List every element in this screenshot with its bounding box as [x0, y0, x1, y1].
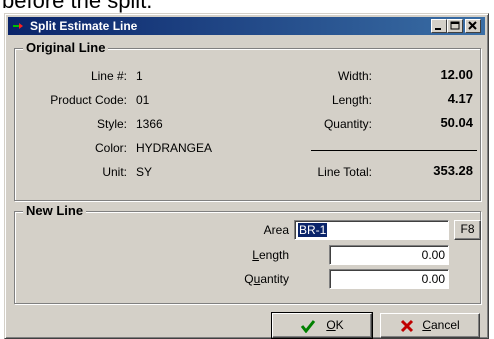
length-label: Length:: [331, 93, 372, 107]
area-input-selection: BR-1: [298, 223, 328, 237]
checkmark-icon: [301, 319, 316, 334]
style-label: Style:: [96, 117, 127, 131]
maximize-button[interactable]: [447, 19, 463, 33]
product-code-value: 01: [136, 93, 150, 107]
new-line-group: New Line Area BR-1 F8 Length 0.00 Quanti…: [14, 203, 481, 304]
original-line-title: Original Line: [23, 40, 109, 56]
original-line-group: Original Line Line #: 1 Product Code: 01…: [14, 40, 481, 201]
width-label: Width:: [337, 69, 372, 83]
minimize-button[interactable]: [431, 19, 447, 33]
background-caption: before the split.: [2, 0, 153, 13]
quantity-input-label: Quantity: [244, 272, 289, 286]
unit-value: SY: [136, 165, 153, 179]
quantity-value: 50.04: [440, 115, 473, 130]
length-value: 4.17: [447, 91, 473, 106]
split-estimate-line-dialog: Split Estimate Line Original Line Line #…: [4, 13, 489, 339]
title-bar[interactable]: Split Estimate Line: [8, 17, 485, 35]
cancel-x-icon: [401, 319, 414, 332]
line-total-value: 353.28: [433, 163, 473, 178]
line-number-label: Line #:: [90, 69, 127, 83]
unit-label: Unit:: [102, 165, 127, 179]
new-line-title: New Line: [23, 203, 87, 219]
maximize-icon: [450, 21, 460, 30]
minimize-icon: [435, 28, 441, 30]
length-input[interactable]: 0.00: [329, 245, 449, 265]
f8-label: F8: [460, 222, 475, 236]
color-label: Color:: [94, 141, 127, 155]
length-input-label: Length: [252, 248, 289, 262]
quantity-input-value: 0.00: [421, 272, 445, 286]
close-button[interactable]: [465, 19, 481, 33]
color-value: HYDRANGEA: [136, 141, 213, 155]
ok-button[interactable]: OK: [271, 312, 373, 339]
quantity-label: Quantity:: [323, 117, 372, 131]
window-title: Split Estimate Line: [30, 19, 138, 33]
app-arrows-icon: [13, 23, 23, 29]
product-code-label: Product Code:: [50, 93, 127, 107]
length-input-value: 0.00: [421, 248, 445, 262]
area-label: Area: [263, 223, 289, 237]
area-input[interactable]: BR-1: [294, 220, 449, 240]
cancel-button[interactable]: Cancel: [380, 313, 480, 338]
quantity-input[interactable]: 0.00: [329, 269, 449, 289]
width-value: 12.00: [440, 67, 473, 82]
close-icon: [468, 21, 477, 30]
style-value: 1366: [136, 117, 163, 131]
f8-lookup-button[interactable]: F8: [454, 220, 481, 240]
line-number-value: 1: [136, 69, 143, 83]
total-separator: [311, 150, 477, 151]
line-total-label: Line Total:: [317, 165, 373, 179]
